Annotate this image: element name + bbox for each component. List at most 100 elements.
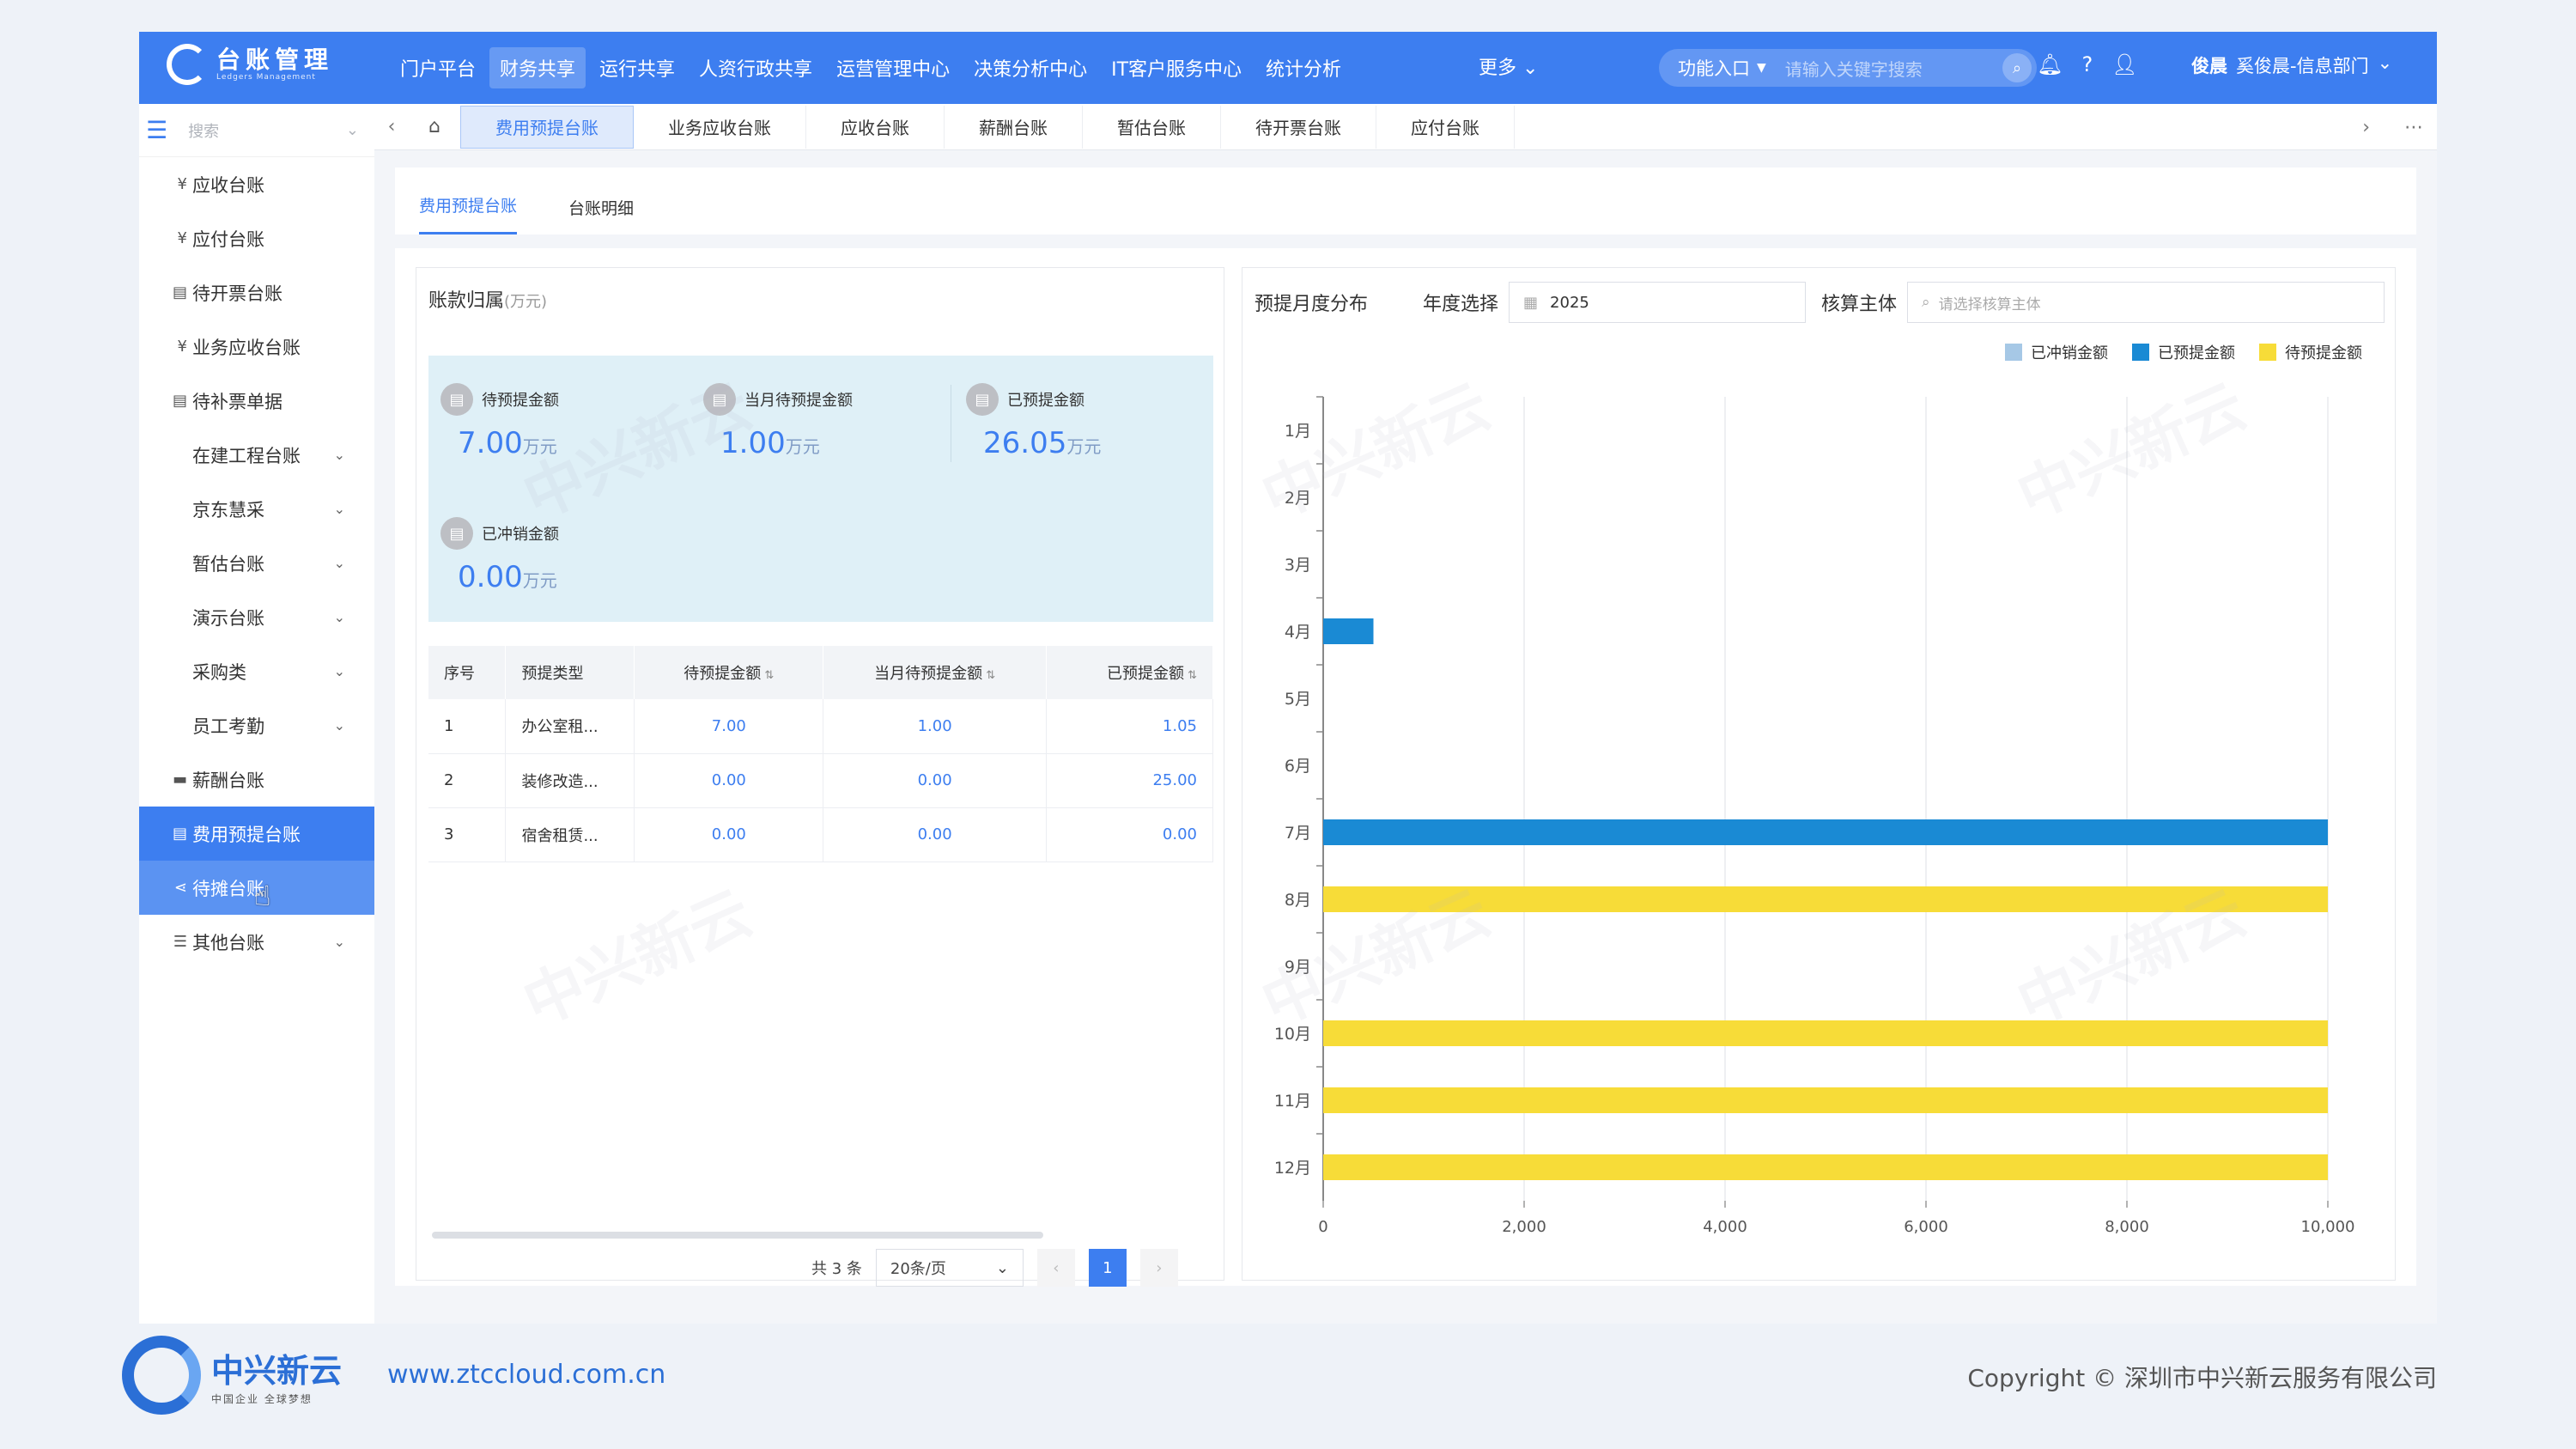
nav-item[interactable]: 运营管理中心: [826, 47, 960, 88]
monthly-bar-chart: 已冲销金额 已预提金额 待预提金额 0 2,000 4,000 6,000 8,000 10,0…: [1274, 344, 2362, 1236]
card-pending: ▤ 待预提金额 7.00万元: [440, 383, 698, 460]
next-page-button[interactable]: ›: [1139, 1249, 1178, 1287]
year-label: 年度选择: [1423, 294, 1499, 315]
column-header[interactable]: 待预提金额 ⇅: [634, 646, 824, 699]
sub-tab[interactable]: 台账明细: [568, 196, 634, 234]
caret-down-icon: ▼: [1757, 61, 1766, 75]
page-tab[interactable]: 待开票台账: [1221, 105, 1376, 149]
user-menu[interactable]: 俊晨 奚俊晨-信息部门 ⌄: [2191, 52, 2392, 78]
footer-url[interactable]: www.ztccloud.com.cn: [387, 1360, 665, 1390]
page-tab[interactable]: 业务应收台账: [634, 105, 806, 149]
nav-item[interactable]: 运行共享: [589, 47, 685, 88]
table-row[interactable]: 1 办公室租... 7.00 1.00 1.05: [428, 699, 1213, 754]
share-icon: ⋖: [173, 879, 187, 897]
footer-logo-sub: 中国企业 全球梦想: [211, 1393, 313, 1405]
ledger-icon: ▤: [440, 383, 473, 416]
func-entry-dropdown[interactable]: 功能入口: [1678, 55, 1750, 81]
sidebar-item[interactable]: ¥ 应收台账: [139, 157, 374, 211]
column-header-label: 预提类型: [521, 665, 584, 683]
nav-item[interactable]: 决策分析中心: [963, 47, 1097, 88]
page-tab[interactable]: 暂估台账: [1083, 105, 1221, 149]
tabs-left-arrow-icon[interactable]: ‹: [374, 116, 409, 137]
chevron-down-icon: ⌄: [995, 1258, 1009, 1277]
sub-tabs: 费用预提台账 台账明细: [395, 167, 2416, 234]
prev-page-button[interactable]: ‹: [1036, 1249, 1075, 1287]
search-input[interactable]: 请输入关键字搜索: [1785, 56, 2002, 81]
card-unit: 万元: [522, 436, 557, 457]
y-tick-label: 11月: [1274, 1092, 1311, 1111]
page-tab[interactable]: 应付台账: [1376, 105, 1515, 149]
chevron-down-icon: ⌄: [2377, 52, 2393, 73]
y-tick-label: 6月: [1285, 757, 1311, 776]
page-tabs: ‹ ⌂ 费用预提台账 业务应收台账 应收台账 薪酬台账 暂估台账 待开票台账 应付台账 › …: [374, 104, 2437, 150]
sort-icon[interactable]: ⇅: [761, 669, 774, 682]
user-icon[interactable]: 👤︎: [2111, 52, 2137, 76]
table-cell: 1: [428, 699, 507, 754]
sidebar-item[interactable]: ¥ 业务应收台账: [139, 320, 374, 374]
sidebar-search-input[interactable]: 搜索: [188, 119, 325, 142]
invoice-icon: ▤: [172, 392, 187, 410]
page-number-button[interactable]: 1: [1088, 1249, 1127, 1287]
sidebar-search[interactable]: ☰ 搜索 ⌄: [139, 104, 374, 157]
nav-item[interactable]: 人资行政共享: [689, 47, 823, 88]
sidebar-item[interactable]: ▤ 待开票台账: [139, 265, 374, 320]
page-tab[interactable]: 薪酬台账: [945, 105, 1083, 149]
help-icon[interactable]: ?: [2081, 52, 2093, 76]
sidebar-item[interactable]: ▤ 费用预提台账: [139, 807, 374, 861]
page-size-select[interactable]: 20条/页 ⌄: [875, 1249, 1024, 1287]
app-logo[interactable]: 台账管理 Ledgers Management: [167, 44, 333, 85]
chart-controls: 预提月度分布 年度选择 ▦ 2025 核算主体 ⌕ 请选择核算主体: [1255, 282, 2385, 323]
sidebar-item[interactable]: ▬ 薪酬台账: [139, 752, 374, 807]
nav-item[interactable]: 门户平台: [390, 47, 486, 88]
table-cell: 装修改造...: [505, 753, 635, 808]
sidebar-item[interactable]: 员工考勤 ⌄: [139, 698, 374, 752]
sidebar-item[interactable]: 在建工程台账 ⌄: [139, 428, 374, 482]
sidebar-item-label: 演示台账: [192, 607, 264, 629]
bar-pending: [1323, 1087, 2328, 1113]
top-icons: 🔔︎ ? 👤︎: [2037, 52, 2138, 76]
table-cell: 2: [428, 753, 507, 808]
page-tab[interactable]: 应收台账: [806, 105, 945, 149]
table-cell: 1.00: [823, 699, 1048, 754]
x-tick-label: 0: [1318, 1218, 1327, 1236]
column-header[interactable]: 已预提金额 ⇅: [1046, 646, 1213, 699]
page-tab[interactable]: 费用预提台账: [460, 105, 634, 149]
sub-tab[interactable]: 费用预提台账: [419, 193, 518, 234]
sort-icon[interactable]: ⇅: [1184, 669, 1197, 682]
table-row[interactable]: 2 装修改造... 0.00 0.00 25.00: [428, 753, 1213, 808]
search-icon[interactable]: ⌕: [2002, 53, 2032, 82]
horizontal-scrollbar[interactable]: [432, 1232, 1043, 1239]
sidebar-item[interactable]: 京东慧采 ⌄: [139, 482, 374, 536]
y-tick-label: 10月: [1274, 1025, 1311, 1044]
sidebar-item[interactable]: 暂估台账 ⌄: [139, 536, 374, 590]
sidebar-item[interactable]: ▤ 待补票单据: [139, 374, 374, 428]
tabs-right-arrow-icon[interactable]: ›: [2362, 117, 2370, 138]
sidebar-item[interactable]: ¥ 应付台账: [139, 211, 374, 265]
sidebar-item[interactable]: ☰ 其他台账 ⌄: [139, 915, 374, 969]
table-row[interactable]: 3 宿舍租赁... 0.00 0.00 0.00: [428, 807, 1213, 862]
nav-item[interactable]: 财务共享: [489, 47, 586, 88]
table-cell: 宿舍租赁...: [505, 807, 635, 862]
more-menu[interactable]: 更多 ⌄: [1479, 52, 1538, 80]
nav-item[interactable]: 统计分析: [1255, 47, 1352, 88]
bar-accrued: [1323, 819, 2328, 845]
function-search-box[interactable]: 功能入口 ▼ 请输入关键字搜索 ⌕: [1659, 49, 2037, 87]
year-select[interactable]: ▦ 2025: [1509, 282, 1807, 323]
nav-item[interactable]: IT客户服务中心: [1101, 47, 1252, 88]
home-icon[interactable]: ⌂: [409, 116, 460, 137]
sort-icon[interactable]: ⇅: [982, 669, 995, 682]
sidebar-item[interactable]: ⋖ 待摊台账 ☝: [139, 861, 374, 915]
column-header[interactable]: 当月待预提金额 ⇅: [823, 646, 1048, 699]
menu-toggle-icon[interactable]: ☰: [146, 116, 167, 144]
sidebar-item[interactable]: 演示台账 ⌄: [139, 590, 374, 644]
panel-title-unit: (万元): [504, 293, 548, 311]
legend-label: 已预提金额: [2158, 344, 2235, 362]
more-dots-icon[interactable]: ⋯: [2404, 117, 2423, 138]
legend-label: 已冲销金额: [2031, 344, 2108, 362]
y-tick-label: 12月: [1274, 1159, 1311, 1178]
entity-select[interactable]: ⌕ 请选择核算主体: [1907, 282, 2385, 323]
sidebar-item[interactable]: 采购类 ⌄: [139, 644, 374, 698]
bell-icon[interactable]: 🔔︎: [2037, 52, 2063, 76]
table-cell: 1.05: [1046, 699, 1213, 754]
card-label: 已预提金额: [1007, 392, 1084, 410]
